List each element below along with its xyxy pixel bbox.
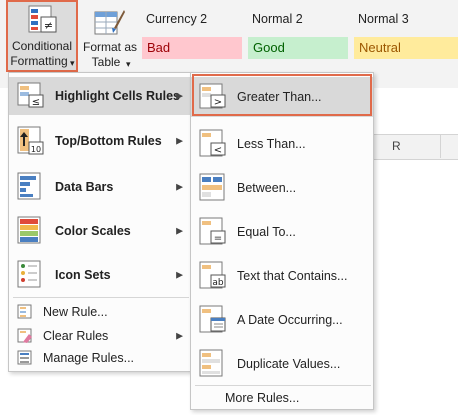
format-as-table-label-2: Table <box>91 55 121 69</box>
submenu-item-between[interactable]: Between... <box>191 167 373 209</box>
submenu-item-date-occurring[interactable]: A Date Occurring... <box>191 299 373 341</box>
menu-item-color-scales[interactable]: Color Scales ▶ <box>9 211 191 251</box>
column-separator <box>440 134 441 158</box>
highlight-cells-submenu: > Greater Than... < Less Than... Between… <box>190 72 374 410</box>
submenu-arrow-icon: ▶ <box>176 225 183 236</box>
text-contains-icon: ab <box>199 261 226 289</box>
column-header-row <box>360 134 458 160</box>
conditional-formatting-button[interactable]: ≠ Conditional Formatting ▾ <box>6 0 78 72</box>
conditional-formatting-label-1: Conditional <box>11 39 73 53</box>
style-header-currency-2: Currency 2 <box>146 12 208 26</box>
menu-label: Top/Bottom Rules <box>55 134 162 148</box>
submenu-arrow-icon: ▶ <box>176 90 183 101</box>
style-neutral[interactable]: Neutral <box>354 37 458 59</box>
svg-text:<: < <box>214 145 222 156</box>
menu-label: A Date Occurring... <box>237 313 343 327</box>
menu-label: Manage Rules... <box>43 351 135 365</box>
conditional-formatting-label-2: Formatting <box>10 54 68 68</box>
icon-sets-icon <box>17 260 41 288</box>
submenu-arrow-icon: ▶ <box>176 135 183 146</box>
menu-item-new-rule[interactable]: New Rule... <box>9 301 191 323</box>
submenu-item-duplicate-values[interactable]: Duplicate Values... <box>191 343 373 385</box>
menu-label: Duplicate Values... <box>237 357 341 371</box>
format-as-table-label-1: Format as <box>82 40 137 54</box>
menu-item-manage-rules[interactable]: Manage Rules... <box>9 347 191 369</box>
equal-to-icon: = <box>199 217 226 245</box>
svg-text:≠: ≠ <box>44 19 53 32</box>
duplicate-values-icon <box>199 349 223 377</box>
top-bottom-icon: 10 <box>17 126 44 155</box>
between-icon <box>199 173 225 201</box>
conditional-formatting-menu: ≤ Highlight Cells Rules ▶ 10 Top/Bottom … <box>8 72 192 372</box>
menu-label: Color Scales <box>55 224 131 238</box>
svg-text:=: = <box>214 233 222 244</box>
style-header-normal-2: Normal 2 <box>252 12 303 26</box>
submenu-arrow-icon: ▶ <box>176 181 183 192</box>
chevron-down-icon: ▾ <box>70 58 75 68</box>
less-than-icon: < <box>199 129 226 157</box>
svg-text:10: 10 <box>31 145 41 154</box>
format-as-table-button[interactable]: Format as Table ▾ <box>80 0 140 72</box>
svg-text:≤: ≤ <box>32 97 40 108</box>
menu-item-clear-rules[interactable]: Clear Rules ▶ <box>9 325 191 347</box>
submenu-arrow-icon: ▶ <box>176 330 183 341</box>
submenu-item-equal-to[interactable]: = Equal To... <box>191 211 373 253</box>
menu-item-icon-sets[interactable]: Icon Sets ▶ <box>9 255 191 295</box>
new-rule-icon <box>17 304 32 319</box>
menu-label: Equal To... <box>237 225 296 239</box>
conditional-formatting-icon: ≠ <box>28 5 57 33</box>
style-bad[interactable]: Bad <box>142 37 242 59</box>
data-bars-icon <box>17 172 41 200</box>
chevron-down-icon: ▾ <box>126 59 131 69</box>
menu-label: Less Than... <box>237 137 306 151</box>
clear-rules-icon <box>17 328 32 343</box>
style-good[interactable]: Good <box>248 37 348 59</box>
submenu-item-more-rules[interactable]: More Rules... <box>191 387 373 409</box>
menu-label: Icon Sets <box>55 268 111 282</box>
menu-label: New Rule... <box>43 305 108 319</box>
menu-divider <box>13 297 189 298</box>
menu-item-highlight-cells-rules[interactable]: ≤ Highlight Cells Rules ▶ <box>9 77 191 115</box>
focus-highlight <box>192 74 372 116</box>
menu-label: Between... <box>237 181 297 195</box>
date-occurring-icon <box>199 305 226 333</box>
column-header-r[interactable]: R <box>392 139 401 153</box>
format-as-table-icon <box>94 10 125 35</box>
submenu-item-text-contains[interactable]: ab Text that Contains... <box>191 255 373 297</box>
menu-item-data-bars[interactable]: Data Bars ▶ <box>9 167 191 207</box>
menu-label: Highlight Cells Rules <box>55 89 181 103</box>
submenu-item-less-than[interactable]: < Less Than... <box>191 123 373 165</box>
highlight-cells-icon: ≤ <box>17 82 44 108</box>
menu-item-top-bottom-rules[interactable]: 10 Top/Bottom Rules ▶ <box>9 121 191 161</box>
manage-rules-icon <box>17 350 32 365</box>
menu-divider <box>195 385 371 386</box>
menu-label: Text that Contains... <box>237 269 348 283</box>
menu-label: Data Bars <box>55 180 114 194</box>
menu-label: More Rules... <box>225 391 300 405</box>
style-header-normal-3: Normal 3 <box>358 12 409 26</box>
color-scales-icon <box>17 216 41 244</box>
menu-label: Clear Rules <box>43 329 109 343</box>
svg-text:ab: ab <box>212 278 224 288</box>
submenu-arrow-icon: ▶ <box>176 269 183 280</box>
